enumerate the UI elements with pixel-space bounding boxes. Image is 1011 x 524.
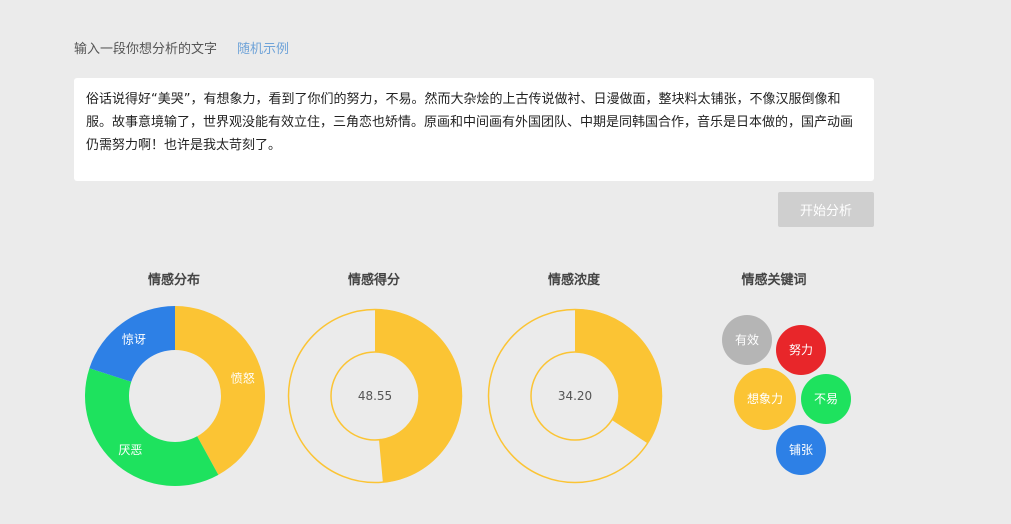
distribution-title: 情感分布 xyxy=(147,273,200,288)
input-prompt-label: 输入一段你想分析的文字 xyxy=(74,42,218,57)
distribution-label-1: 厌恶 xyxy=(118,443,142,457)
keyword-bubble-0 xyxy=(722,315,772,365)
score-title: 情感得分 xyxy=(347,273,400,288)
intensity-gauge-chart: 34.20 xyxy=(487,308,663,484)
intensity-inner-ring xyxy=(530,351,620,441)
keyword-bubble-1 xyxy=(776,325,826,375)
score-value-arc xyxy=(375,309,463,483)
distribution-slice-0 xyxy=(175,306,266,475)
start-analysis-button[interactable]: 开始分析 xyxy=(778,192,874,227)
keyword-bubble-3 xyxy=(801,374,851,424)
intensity-outer-ring xyxy=(487,308,663,484)
score-inner-ring xyxy=(330,351,420,441)
score-value-label: 48.55 xyxy=(358,389,392,403)
keyword-label-0: 有效 xyxy=(735,332,759,347)
intensity-value-label: 34.20 xyxy=(558,389,592,403)
keyword-bubbles: 有效努力想象力 不易铺张 xyxy=(722,315,851,475)
keyword-bubble-4 xyxy=(776,425,826,475)
text-input-area[interactable]: 俗话说得好“美哭”，有想象力，看到了你们的努力，不易。然而大杂烩的上古传说做衬、… xyxy=(74,78,874,181)
distribution-slice-1 xyxy=(84,368,219,487)
intensity-value-arc xyxy=(575,309,662,444)
keyword-label-4: 铺张 xyxy=(789,443,813,457)
keyword-label-3: 不易 xyxy=(814,392,838,406)
random-example-link[interactable]: 随机示例 xyxy=(237,38,289,57)
keyword-bubble-2 xyxy=(734,368,796,430)
score-gauge-chart: 48.55 xyxy=(287,308,463,484)
distribution-donut-chart: 愤怒厌恶 惊讶 xyxy=(84,306,266,487)
score-outer-ring xyxy=(287,308,463,484)
distribution-slice-2 xyxy=(89,306,175,382)
distribution-label-0: 愤怒 xyxy=(231,371,255,386)
keyword-label-2: 想象力 xyxy=(747,391,783,406)
intensity-title: 情感浓度 xyxy=(547,273,600,288)
distribution-label-2: 惊讶 xyxy=(122,331,146,346)
keyword-label-1: 努力 xyxy=(789,342,813,357)
keywords-title: 情感关键词 xyxy=(741,273,807,288)
input-prompt-row: 输入一段你想分析的文字 随机示例 xyxy=(74,38,289,57)
